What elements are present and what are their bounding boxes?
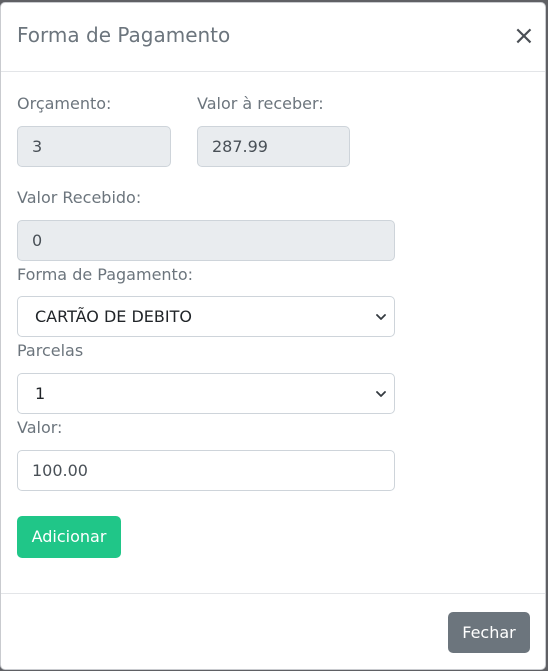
forma-pagamento-select[interactable]: CARTÃO DE DEBITO	[17, 296, 395, 337]
chevron-down-icon	[376, 314, 386, 320]
modal-header: Forma de Pagamento ×	[1, 3, 545, 72]
modal-title: Forma de Pagamento	[17, 23, 231, 47]
close-icon[interactable]: ×	[513, 23, 535, 49]
parcelas-selected: 1	[35, 384, 46, 403]
modal-footer-divider	[1, 593, 545, 594]
valor-a-receber-field[interactable]: 287.99	[197, 126, 350, 167]
parcelas-select[interactable]: 1	[17, 373, 395, 414]
payment-modal: Forma de Pagamento × Orçamento: 3 Valor …	[0, 2, 546, 670]
valor-label: Valor:	[17, 418, 63, 437]
orcamento-label: Orçamento:	[17, 94, 112, 113]
valor-recebido-label: Valor Recebido:	[17, 188, 142, 207]
forma-pagamento-selected: CARTÃO DE DEBITO	[35, 307, 192, 326]
valor-input[interactable]: 100.00	[17, 450, 395, 491]
valor-a-receber-label: Valor à receber:	[197, 94, 324, 113]
forma-pagamento-label: Forma de Pagamento:	[17, 265, 193, 284]
adicionar-button[interactable]: Adicionar	[17, 516, 121, 558]
valor-recebido-field[interactable]: 0	[17, 220, 395, 261]
orcamento-field[interactable]: 3	[17, 126, 171, 167]
parcelas-label: Parcelas	[17, 341, 84, 360]
chevron-down-icon	[376, 391, 386, 397]
fechar-button[interactable]: Fechar	[448, 612, 530, 653]
